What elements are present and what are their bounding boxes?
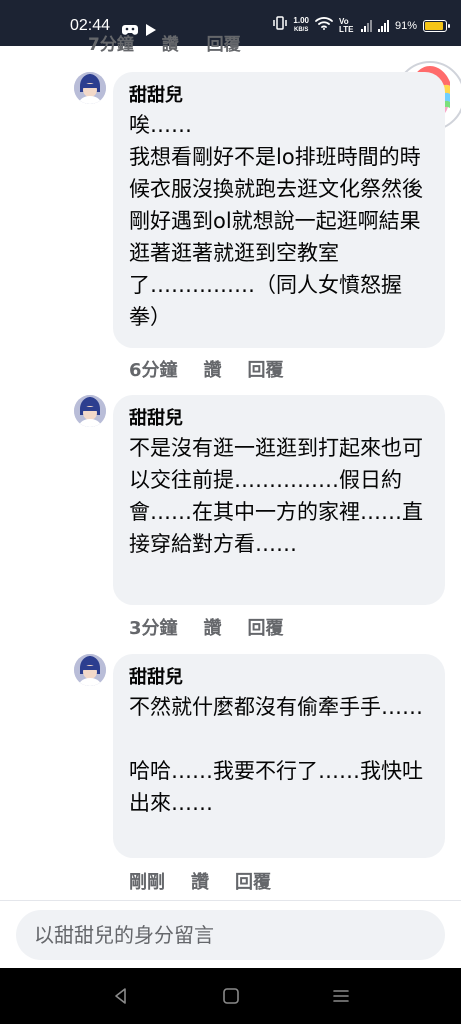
comment-author[interactable]: 甜甜兒 xyxy=(129,665,429,691)
net-speed: 1.00 KB/S xyxy=(293,17,309,34)
comment-actions: 6分鐘 讚 回覆 xyxy=(129,356,284,382)
comment-actions: 剛剛 讚 回覆 xyxy=(129,868,271,894)
battery-percent: 91% xyxy=(394,19,417,32)
comment-text: 不是沒有逛一逛逛到打起來也可以交往前提……………假日約會……在其中一方的家裡……… xyxy=(129,436,423,556)
avatar[interactable] xyxy=(74,654,106,686)
back-icon[interactable] xyxy=(111,986,131,1006)
comment-text: 不然就什麼都沒有偷牽手手…… 哈哈……我要不行了……我快吐出來…… xyxy=(129,695,423,815)
like-button[interactable]: 讚 xyxy=(191,868,209,894)
avatar[interactable] xyxy=(74,72,106,104)
system-nav-bar xyxy=(0,968,461,1024)
status-indicators: 1.00 KB/S Vo LTE 91% xyxy=(273,16,450,35)
comment-text: 唉…… 我想看剛好不是lo排班時間的時候衣服沒換就跑去逛文化祭然後剛好遇到ol就… xyxy=(129,113,423,329)
comment-bubble[interactable]: 甜甜兒 不然就什麼都沒有偷牽手手…… 哈哈……我要不行了……我快吐出來…… xyxy=(113,654,445,858)
comment-time: 6分鐘 xyxy=(129,360,178,381)
battery-icon xyxy=(423,19,450,32)
comment-input[interactable] xyxy=(16,910,445,960)
reply-button[interactable]: 回覆 xyxy=(248,614,284,640)
like-button[interactable]: 讚 xyxy=(204,356,222,382)
comment-author[interactable]: 甜甜兒 xyxy=(129,406,429,432)
net-speed-value: 1.00 xyxy=(293,16,309,25)
comment-bubble[interactable]: 甜甜兒 唉…… 我想看剛好不是lo排班時間的時候衣服沒換就跑去逛文化祭然後剛好遇… xyxy=(113,72,445,348)
comment-time: 剛剛 xyxy=(129,872,165,893)
reply-button[interactable]: 回覆 xyxy=(248,356,284,382)
home-icon[interactable] xyxy=(221,986,241,1006)
like-button[interactable]: 讚 xyxy=(204,614,222,640)
comment-actions: 3分鐘 讚 回覆 xyxy=(129,614,284,640)
recents-menu-icon[interactable] xyxy=(331,986,351,1006)
comment-time: 3分鐘 xyxy=(129,618,178,639)
signal-2-icon xyxy=(377,19,389,32)
signal-1-icon xyxy=(360,19,372,32)
reply-button[interactable]: 回覆 xyxy=(235,868,271,894)
avatar[interactable] xyxy=(74,395,106,427)
vibrate-icon xyxy=(273,16,288,35)
net-speed-unit: KB/S xyxy=(294,27,309,33)
partial-comment-actions: 7分鐘 讚 回覆 xyxy=(88,35,241,55)
comment-author[interactable]: 甜甜兒 xyxy=(129,83,429,109)
comment-bubble[interactable]: 甜甜兒 不是沒有逛一逛逛到打起來也可以交往前提……………假日約會……在其中一方的… xyxy=(113,395,445,605)
volte-label: Vo LTE xyxy=(338,16,354,34)
wifi-icon xyxy=(315,16,333,35)
